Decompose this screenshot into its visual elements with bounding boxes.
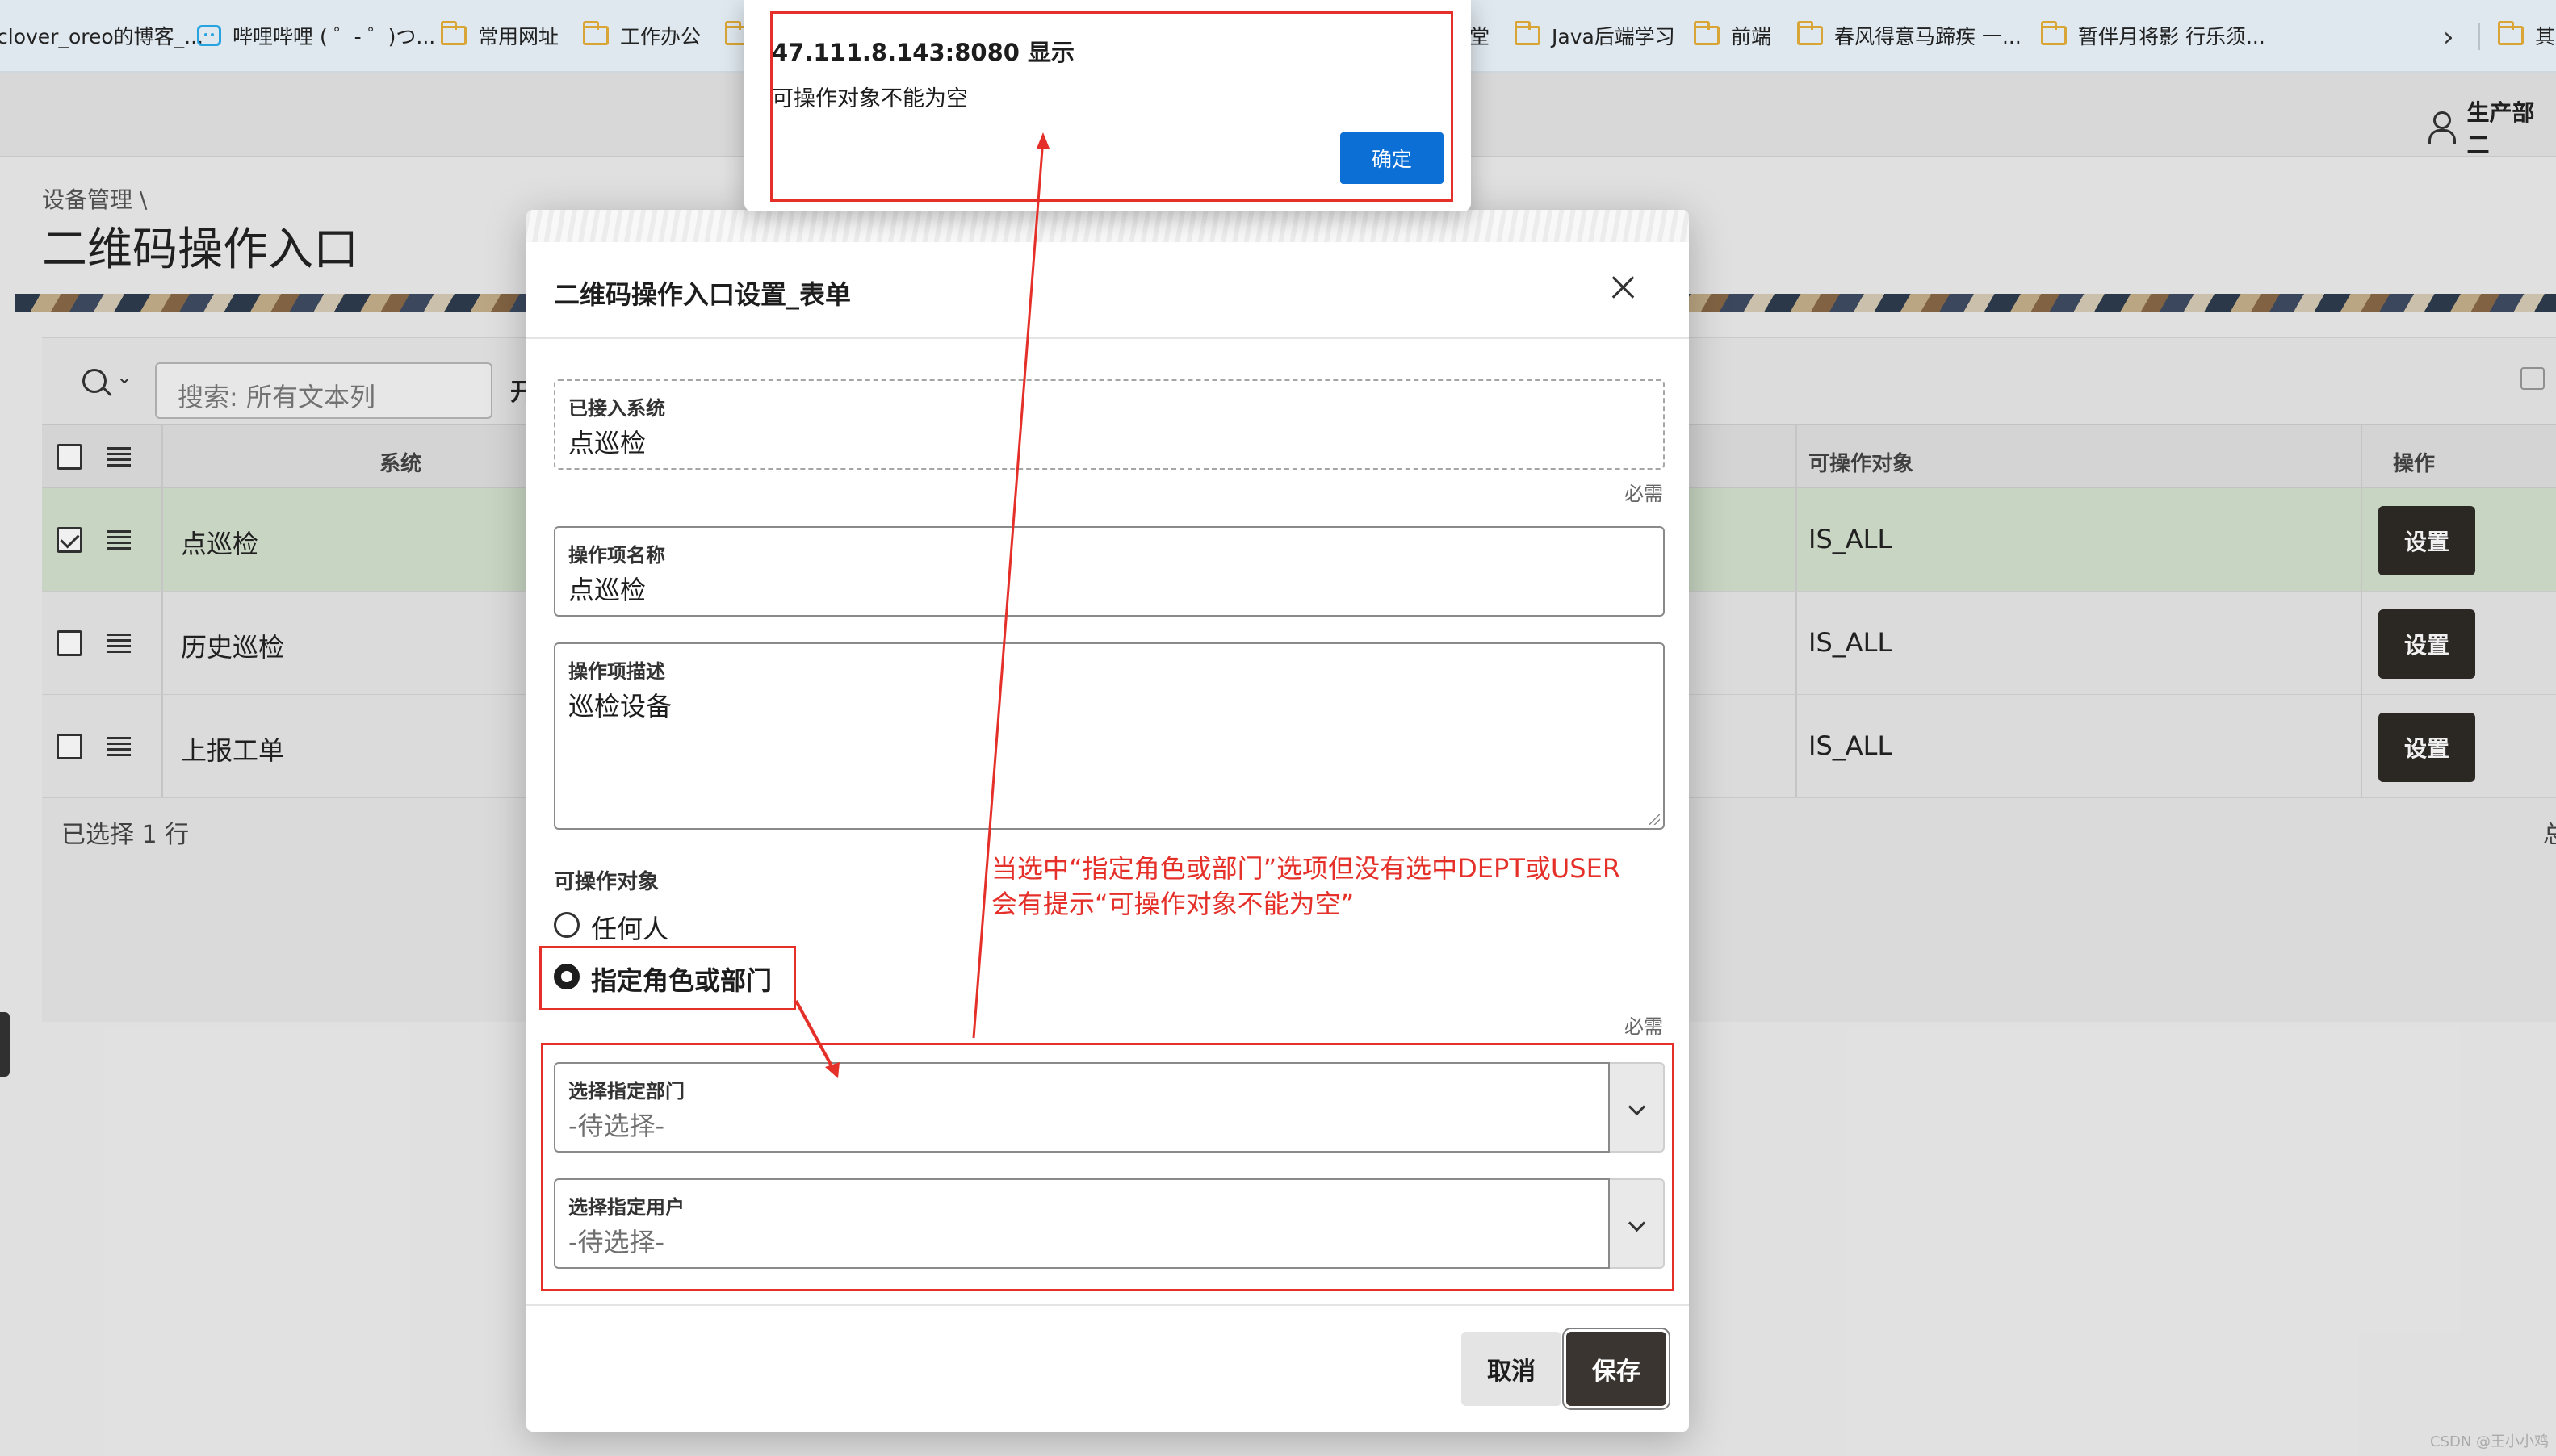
annotation-line: 当选中“指定角色或部门”选项但没有选中DEPT或USER [991, 853, 1621, 884]
annotation-arrowhead [825, 1062, 840, 1078]
annotation-arrowhead [1037, 132, 1050, 149]
annotation-arrow-line [794, 1000, 836, 1073]
watermark: CSDN @王小小鸡 [2430, 1433, 2550, 1450]
annotation-note: 当选中“指定角色或部门”选项但没有选中DEPT或USER 会有提示“可操作对象不… [991, 851, 1686, 922]
annotation-line: 会有提示“可操作对象不能为空” [991, 889, 1355, 919]
annotation-arrows [794, 132, 1050, 1078]
